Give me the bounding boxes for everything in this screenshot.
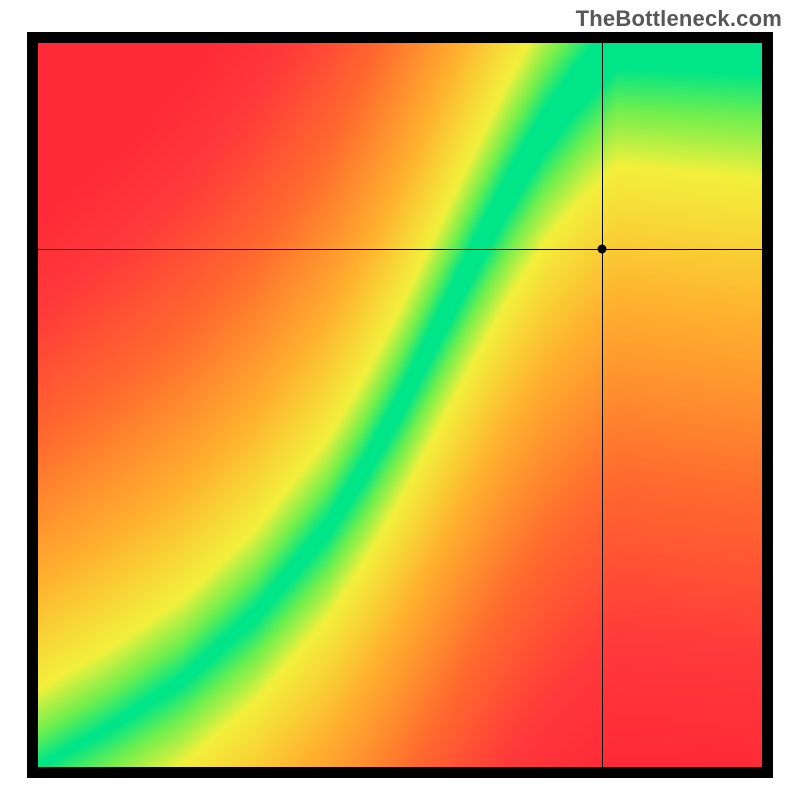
bottleneck-heatmap [38, 43, 762, 767]
crosshair-vertical [602, 43, 603, 767]
chart-frame [27, 32, 773, 778]
crosshair-marker-dot [597, 245, 606, 254]
crosshair-horizontal [38, 249, 762, 250]
watermark-text: TheBottleneck.com [576, 6, 782, 32]
